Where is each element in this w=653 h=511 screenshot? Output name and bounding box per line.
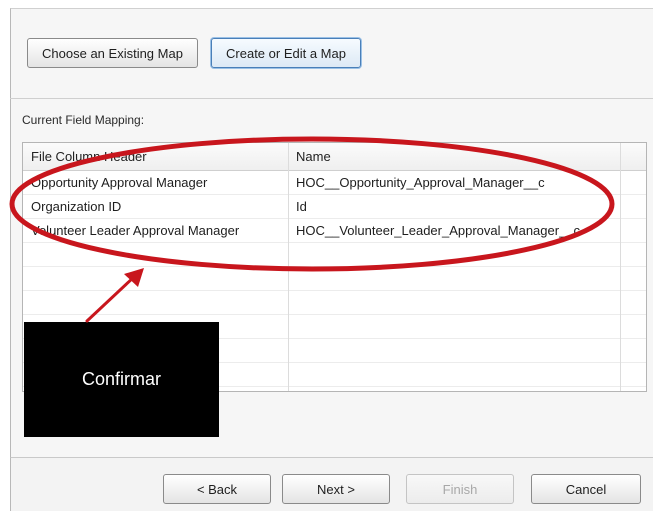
- column-header-name[interactable]: Name: [288, 143, 620, 171]
- divider: [10, 98, 653, 99]
- file-column-cell: Organization ID: [31, 199, 122, 214]
- name-cell: HOC__Opportunity_Approval_Manager__c: [296, 175, 545, 190]
- table-row[interactable]: [23, 243, 646, 267]
- create-edit-map-button[interactable]: Create or Edit a Map: [211, 38, 361, 68]
- file-column-cell: [23, 243, 288, 267]
- name-cell: [288, 339, 620, 363]
- file-column-cell: Volunteer Leader Approval Manager: [31, 223, 240, 238]
- table-row[interactable]: [23, 267, 646, 291]
- name-cell: [288, 315, 620, 339]
- file-column-cell: [23, 267, 288, 291]
- name-cell: [288, 291, 620, 315]
- name-cell: [288, 243, 620, 267]
- table-row[interactable]: Organization ID Id: [23, 195, 646, 219]
- table-row[interactable]: Opportunity Approval Manager HOC__Opport…: [23, 171, 646, 195]
- confirmar-label: Confirmar: [81, 369, 161, 389]
- column-header-file-column[interactable]: File Column Header: [23, 143, 288, 171]
- choose-existing-map-button[interactable]: Choose an Existing Map: [27, 38, 198, 68]
- name-cell: [288, 363, 620, 387]
- finish-button[interactable]: Finish: [406, 474, 514, 504]
- next-button[interactable]: Next >: [282, 474, 390, 504]
- table-header: File Column Header Name: [23, 143, 646, 171]
- cancel-button[interactable]: Cancel: [531, 474, 641, 504]
- back-button[interactable]: < Back: [163, 474, 271, 504]
- name-cell: Id: [296, 199, 307, 214]
- table-row[interactable]: Volunteer Leader Approval Manager HOC__V…: [23, 219, 646, 243]
- confirmar-callout: Confirmar: [24, 322, 219, 437]
- name-cell: HOC__Volunteer_Leader_Approval_Manager__…: [296, 223, 581, 238]
- current-field-mapping-label: Current Field Mapping:: [22, 113, 145, 127]
- column-separator[interactable]: [288, 143, 289, 391]
- table-row[interactable]: [23, 291, 646, 315]
- name-cell: [288, 267, 620, 291]
- file-column-cell: [23, 291, 288, 315]
- column-separator[interactable]: [620, 143, 621, 391]
- file-column-cell: Opportunity Approval Manager: [31, 175, 208, 190]
